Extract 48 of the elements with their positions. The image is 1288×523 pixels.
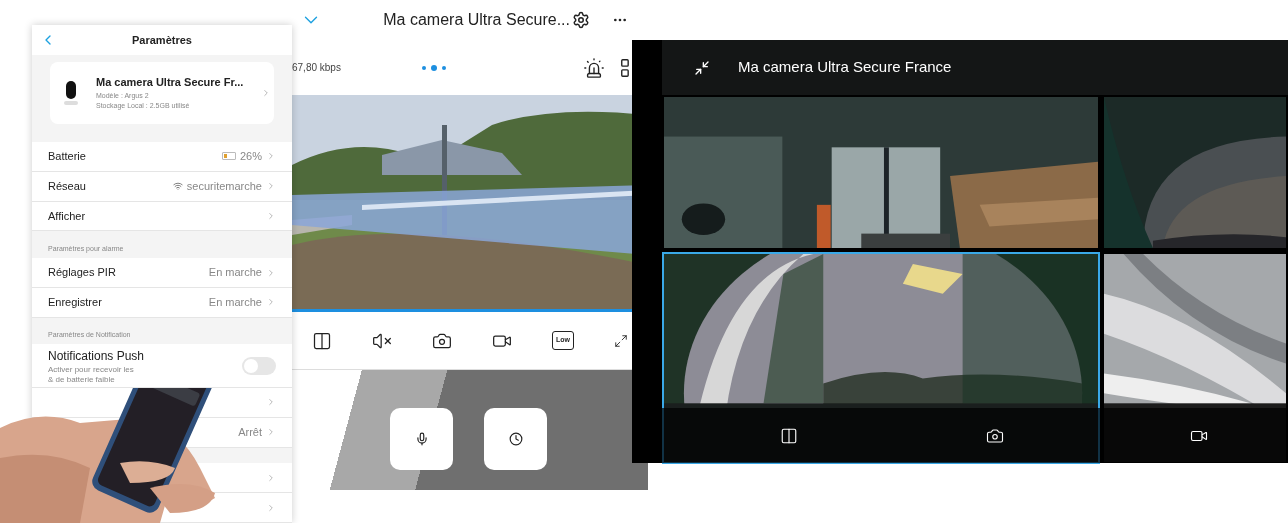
clock-icon — [508, 432, 523, 446]
row-value: securitemarche — [186, 178, 262, 194]
settings-row[interactable]: Batterie 26% — [32, 142, 292, 172]
row-label: Enregistrer — [48, 295, 102, 310]
chevron-icon — [266, 502, 276, 513]
chevron-icon — [266, 472, 276, 483]
battery-icon — [221, 152, 236, 161]
row-description: Activer pour recevoir les — [48, 364, 135, 375]
wifi-icon — [172, 181, 183, 192]
chevron-icon — [266, 297, 276, 308]
split-view-icon[interactable] — [780, 426, 798, 445]
camera-title: Ma camera Ultra Secure France — [738, 57, 952, 78]
row-value: En marche — [208, 265, 262, 281]
device-name: Ma camera Ultra Secure Fr... — [96, 75, 244, 91]
chevron-icon — [266, 397, 276, 408]
row-label: Notifications Push — [48, 347, 146, 365]
settings-row[interactable]: Afficher — [32, 201, 292, 232]
settings-row[interactable]: Réglages PIR En marche — [32, 258, 292, 288]
chevron-icon — [266, 210, 276, 221]
camera-title: Ma camera Ultra Secure... — [383, 10, 570, 30]
row-label: Batterie — [48, 149, 86, 165]
bitrate-label: 67,80 kbps — [292, 61, 342, 75]
chevron-icon — [266, 427, 276, 438]
talk-button[interactable] — [390, 408, 453, 470]
row-label: Réglages PIR — [48, 265, 116, 281]
screen-title: Paramètres — [132, 32, 192, 48]
exit-fullscreen-icon[interactable] — [694, 59, 710, 76]
row-value: En marche — [208, 295, 262, 310]
row-value: Arrêt — [238, 424, 262, 440]
row-value: 26% — [239, 149, 262, 165]
settings-row[interactable]: Enregistrer En marche — [32, 287, 292, 318]
camera-icon[interactable] — [986, 426, 1004, 445]
chevron-icon — [266, 151, 276, 162]
grid-icon[interactable] — [619, 56, 631, 79]
chevron-icon — [266, 181, 276, 192]
camera-device-icon — [64, 79, 78, 107]
toggle-switch[interactable] — [242, 356, 276, 375]
chevron-icon — [266, 267, 276, 278]
fullscreen-icon[interactable] — [614, 333, 628, 348]
clock-button[interactable] — [484, 408, 547, 470]
row-label: Afficher — [48, 208, 86, 224]
settings-icon[interactable] — [572, 11, 590, 29]
row-label: Réseau — [48, 178, 86, 194]
row-description: & de batterie faible — [48, 374, 116, 385]
settings-row[interactable]: Réseau securitemarche — [32, 171, 292, 202]
alarm-icon[interactable] — [583, 56, 605, 79]
microphone-icon — [414, 432, 429, 446]
split-view-icon[interactable] — [312, 330, 332, 351]
